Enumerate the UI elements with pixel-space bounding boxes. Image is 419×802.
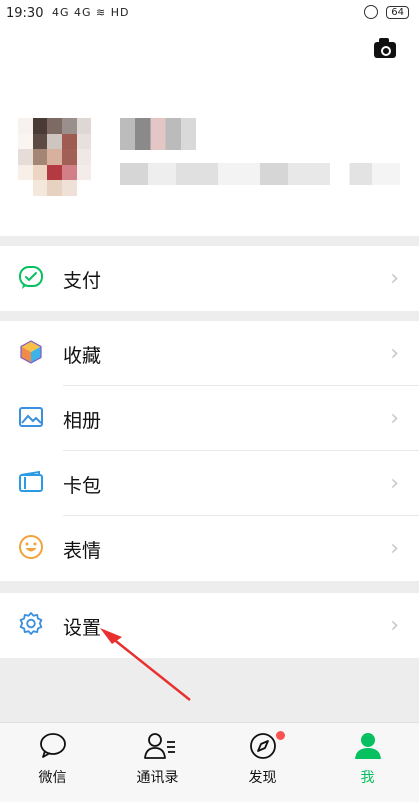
chat-bubble-icon xyxy=(40,733,66,758)
person-icon xyxy=(355,733,381,759)
annotation-arrow xyxy=(100,628,191,701)
contacts-icon xyxy=(144,733,175,759)
notification-badge xyxy=(276,731,285,740)
tab-label-contacts: 通讯录 xyxy=(136,770,179,786)
tab-label-me: 我 xyxy=(360,770,375,786)
compass-icon xyxy=(250,733,276,759)
tab-me[interactable]: 我 xyxy=(315,723,419,802)
tab-chats[interactable]: 微信 xyxy=(0,723,105,802)
tab-contacts[interactable]: 通讯录 xyxy=(105,723,210,802)
tab-label-chats: 微信 xyxy=(38,770,67,786)
bottom-tab-bar: 微信 通讯录 发现 我 xyxy=(0,722,419,802)
tab-discover[interactable]: 发现 xyxy=(210,723,315,802)
tab-label-discover: 发现 xyxy=(248,770,277,786)
